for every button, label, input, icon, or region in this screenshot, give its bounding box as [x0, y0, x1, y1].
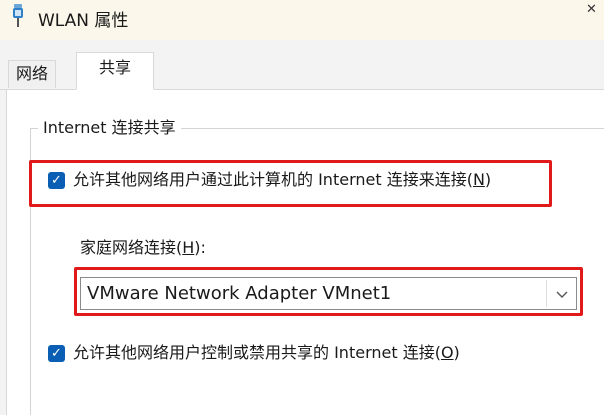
selected-adapter: VMware Network Adapter VMnet1 — [87, 283, 392, 304]
close-icon[interactable]: ✕ — [586, 2, 604, 18]
chevron-down-icon[interactable] — [554, 287, 570, 301]
tab-sharing[interactable]: 共享 — [76, 52, 154, 90]
allow-sharing-checkbox[interactable]: ✓ 允许其他网络用户通过此计算机的 Internet 连接来连接(N) — [48, 170, 548, 192]
checkmark-icon[interactable]: ✓ — [48, 345, 65, 362]
tab-network-label: 网络 — [15, 64, 48, 83]
allow-control-label: 允许其他网络用户控制或禁用共享的 Internet 连接(O) — [73, 343, 460, 362]
combo-separator — [546, 280, 547, 307]
checkmark-icon[interactable]: ✓ — [48, 172, 65, 189]
window-title: WLAN 属性 — [38, 11, 129, 31]
home-network-select[interactable]: VMware Network Adapter VMnet1 — [80, 277, 577, 310]
network-adapter-icon — [13, 4, 23, 27]
title-bar: WLAN 属性 ✕ — [0, 0, 604, 40]
allow-sharing-label: 允许其他网络用户通过此计算机的 Internet 连接来连接(N) — [73, 170, 492, 189]
allow-control-checkbox[interactable]: ✓ 允许其他网络用户控制或禁用共享的 Internet 连接(O) — [48, 343, 548, 365]
group-legend: Internet 连接共享 — [38, 118, 181, 138]
home-network-label: 家庭网络连接(H): — [80, 238, 206, 257]
tab-sharing-label: 共享 — [98, 58, 131, 77]
tab-network[interactable]: 网络 — [8, 60, 56, 88]
